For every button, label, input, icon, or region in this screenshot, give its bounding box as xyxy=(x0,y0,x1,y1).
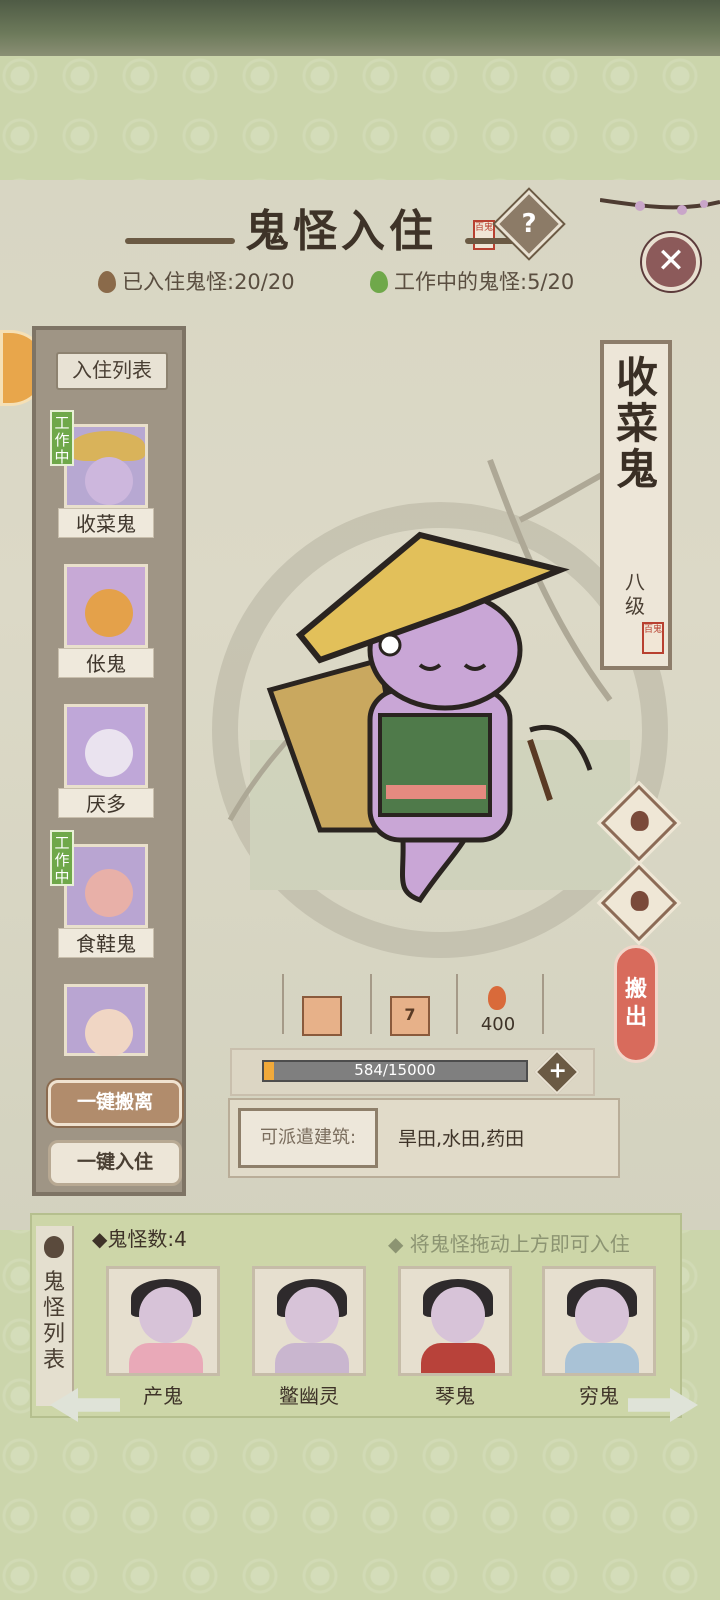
exp-text: 584/15000 xyxy=(354,1061,436,1079)
page-title: 鬼怪入住 xyxy=(245,206,437,257)
working-badge: 工作中 xyxy=(50,830,74,886)
settle-all-button[interactable]: 一键入住 xyxy=(48,1140,182,1186)
ghost-level: 八级 xyxy=(625,570,645,618)
resident-name: 食鞋鬼 xyxy=(58,928,154,958)
flame-icon xyxy=(44,1236,64,1258)
assignable-buildings-value: 旱田,水田,药田 xyxy=(398,1128,525,1150)
ghost-portrait xyxy=(64,704,148,788)
ghost-portrait xyxy=(64,984,148,1056)
drag-hint: ◆ 将鬼怪拖动上方即可入住 xyxy=(388,1232,630,1256)
ghost-card[interactable]: 穷鬼 xyxy=(542,1266,656,1411)
bag-icon xyxy=(630,890,649,911)
ghost-card[interactable]: 产鬼 xyxy=(106,1266,220,1411)
ghost-body xyxy=(565,1343,639,1373)
green-flame-icon xyxy=(370,271,388,293)
resident-card[interactable] xyxy=(58,984,154,1056)
settled-count-stat: 已入住鬼怪:20/20 xyxy=(98,266,295,296)
resident-card[interactable]: 厌多 xyxy=(58,704,154,832)
ghost-name: 琴鬼 xyxy=(435,1384,475,1408)
ghost-portrait xyxy=(106,1266,220,1376)
scroll-value: 7 xyxy=(404,1005,416,1024)
settled-count-text: 已入住鬼怪:20/20 xyxy=(122,270,295,294)
resident-card[interactable]: 工作中 食鞋鬼 xyxy=(50,830,154,972)
working-count-stat: 工作中的鬼怪:5/20 xyxy=(370,266,574,296)
close-button[interactable]: ✕ xyxy=(642,233,700,291)
ghost-character-sprite xyxy=(266,531,593,903)
ghost-portrait xyxy=(398,1266,512,1376)
resource-strip: 7 400 xyxy=(282,970,544,1040)
seal-stamp: 百鬼 xyxy=(473,220,495,250)
flame-icon xyxy=(488,986,506,1010)
ghost-body xyxy=(421,1343,495,1373)
move-out-button[interactable]: 搬出 xyxy=(614,945,658,1063)
e-token-icon xyxy=(302,996,342,1036)
resident-name: 收菜鬼 xyxy=(58,508,154,538)
seal-stamp: 百鬼 xyxy=(642,622,664,654)
ghost-portrait xyxy=(542,1266,656,1376)
flame-icon xyxy=(630,810,649,831)
ghost-portrait xyxy=(252,1266,366,1376)
ghost-count: ◆鬼怪数:4 xyxy=(92,1227,187,1251)
ghost-list-label: 鬼怪列表 xyxy=(42,1270,65,1373)
plus-icon: + xyxy=(548,1058,567,1084)
flame-value: 400 xyxy=(480,1014,516,1035)
ghost-portrait xyxy=(64,424,148,508)
ghost-portrait xyxy=(64,844,148,928)
resource-slot xyxy=(282,970,362,1036)
ghost-card[interactable]: 鳖幽灵 xyxy=(252,1266,366,1411)
title-ornament-left xyxy=(125,238,235,244)
ghost-card[interactable]: 琴鬼 xyxy=(398,1266,512,1411)
move-all-out-button[interactable]: 一键搬离 xyxy=(48,1080,182,1126)
ghost-body xyxy=(129,1343,203,1373)
resident-name: 厌多 xyxy=(58,788,154,818)
ghost-name: 鳖幽灵 xyxy=(279,1384,339,1408)
resident-list-tab[interactable]: 入住列表 xyxy=(56,352,168,390)
resource-slot: 7 xyxy=(370,970,450,1036)
close-icon: ✕ xyxy=(656,241,686,281)
resident-name: 伥鬼 xyxy=(58,648,154,678)
resource-slot: 400 xyxy=(458,970,538,1036)
resident-card[interactable]: 伥鬼 xyxy=(58,564,154,692)
working-badge: 工作中 xyxy=(50,410,74,466)
question-icon: ? xyxy=(521,209,537,239)
plum-branch-decoration xyxy=(600,198,720,215)
ghost-name: 收菜鬼 xyxy=(615,353,658,494)
assignable-buildings-label: 可派遣建筑: xyxy=(238,1108,378,1168)
ghost-name: 产鬼 xyxy=(143,1384,183,1408)
ghost-portrait xyxy=(64,564,148,648)
working-count-text: 工作中的鬼怪:5/20 xyxy=(394,270,575,294)
resident-card[interactable]: 工作中 收菜鬼 xyxy=(50,410,154,552)
map-scene-background xyxy=(0,0,720,56)
scroll-icon: 7 xyxy=(390,996,430,1036)
ghost-body xyxy=(275,1343,349,1373)
flame-icon xyxy=(98,271,116,293)
